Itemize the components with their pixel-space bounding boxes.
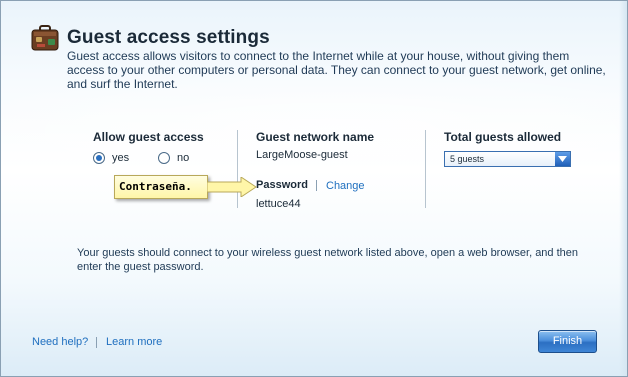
- radio-no-label: no: [177, 152, 190, 164]
- total-guests-heading: Total guests allowed: [444, 130, 562, 144]
- guest-instructions: Your guests should connect to your wirel…: [77, 247, 579, 273]
- password-value: lettuce44: [256, 198, 301, 210]
- total-guests-select[interactable]: 5 guests: [444, 151, 571, 167]
- annotation-callout: Contraseña.: [114, 175, 208, 199]
- page-description: Guest access allows visitors to connect …: [67, 49, 606, 91]
- arrow-icon: [207, 177, 257, 197]
- page-title: Guest access settings: [67, 27, 270, 48]
- guest-network-name-value: LargeMoose-guest: [256, 149, 348, 161]
- suitcase-icon: [31, 25, 59, 51]
- password-separator: [316, 180, 317, 191]
- finish-button[interactable]: Finish: [538, 330, 597, 353]
- guest-access-dialog: Guest access settings Guest access allow…: [0, 0, 628, 377]
- total-guests-selected-value: 5 guests: [450, 154, 485, 164]
- radio-yes-indicator[interactable]: [93, 152, 105, 164]
- password-heading: Password: [256, 179, 308, 191]
- learn-more-link[interactable]: Learn more: [106, 336, 162, 348]
- radio-no-indicator[interactable]: [158, 152, 170, 164]
- need-help-link[interactable]: Need help?: [32, 336, 88, 348]
- radio-no[interactable]: no: [158, 152, 189, 164]
- change-password-link[interactable]: Change: [326, 180, 365, 192]
- column-divider-2: [425, 130, 426, 208]
- radio-yes[interactable]: yes: [93, 152, 129, 164]
- allow-guest-access-heading: Allow guest access: [93, 130, 204, 144]
- guest-network-name-heading: Guest network name: [256, 130, 375, 144]
- radio-yes-label: yes: [112, 152, 130, 164]
- footer-separator: [96, 337, 97, 348]
- chevron-down-icon[interactable]: [555, 152, 570, 166]
